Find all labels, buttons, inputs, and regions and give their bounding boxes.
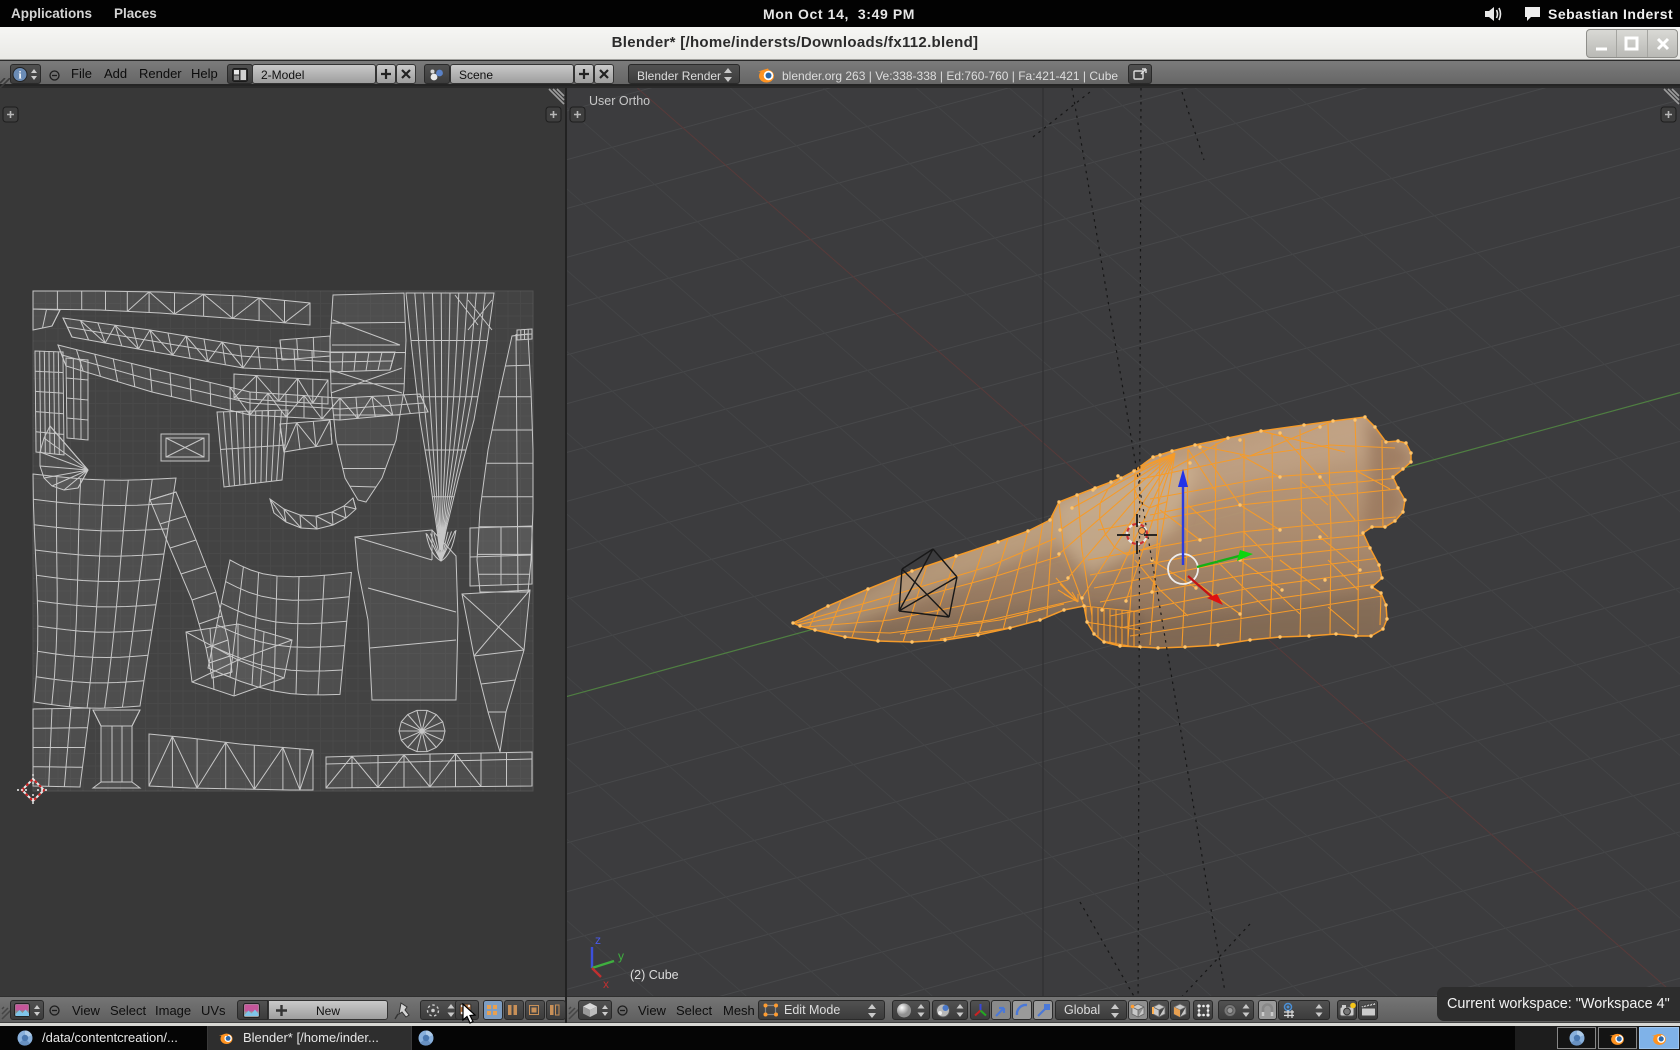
svg-text:x: x <box>603 977 609 991</box>
svg-text:User Ortho: User Ortho <box>589 94 650 108</box>
svg-text:i: i <box>18 70 21 82</box>
svg-text:(2) Cube: (2) Cube <box>630 968 679 982</box>
svg-text:z: z <box>595 933 601 947</box>
svg-text:y: y <box>618 949 624 963</box>
